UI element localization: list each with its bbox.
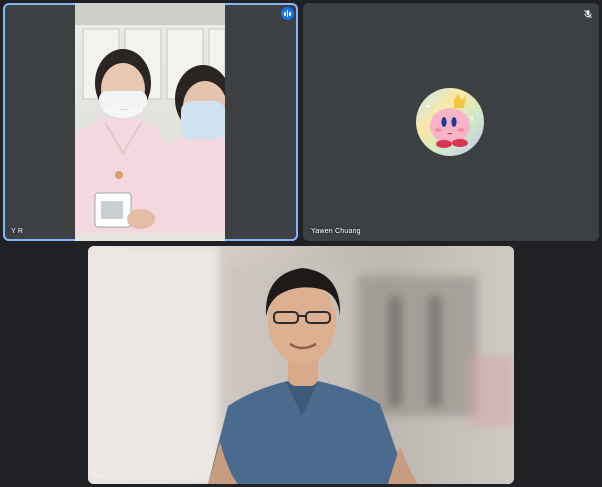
participant-video — [88, 246, 514, 484]
video-feed-image — [75, 3, 225, 241]
options-icon[interactable] — [94, 470, 101, 477]
participant-tile-y-r[interactable]: Y R — [3, 3, 298, 241]
meeting-stage: Y R Yawen Chuang — [0, 0, 602, 487]
participant-tile-main[interactable] — [88, 246, 514, 484]
participant-avatar — [416, 88, 484, 156]
participant-name: Y R — [11, 228, 24, 235]
audio-wave-icon — [281, 7, 294, 20]
mic-off-icon — [584, 9, 592, 19]
participant-name: Yawen Chuang — [311, 228, 361, 235]
participant-video — [75, 3, 225, 241]
avatar-image — [416, 88, 484, 156]
